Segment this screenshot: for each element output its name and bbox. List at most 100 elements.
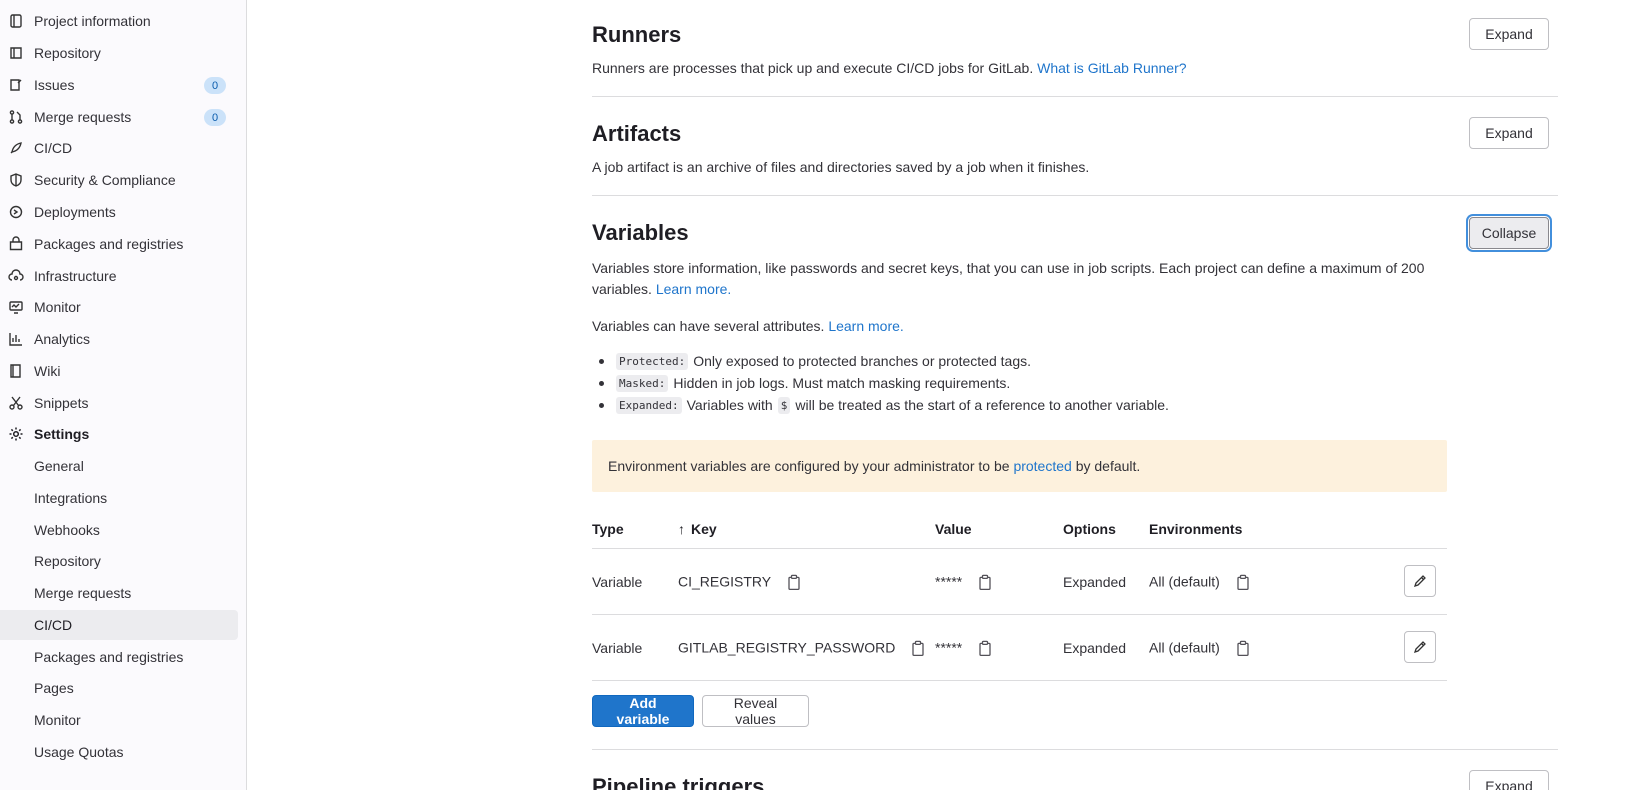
sidebar-item-label: Wiki — [34, 363, 61, 379]
key-text: CI_REGISTRY — [678, 572, 771, 589]
shield-icon — [8, 172, 24, 188]
sidebar: Project information Repository Issues 0 … — [0, 0, 247, 790]
header-type[interactable]: Type — [592, 521, 624, 537]
copy-icon[interactable] — [1236, 640, 1250, 656]
masked-value: ***** — [935, 638, 963, 655]
sidebar-item-cicd[interactable]: CI/CD — [0, 133, 246, 163]
settings-sub-monitor[interactable]: Monitor — [0, 705, 246, 735]
environment-text: All (default) — [1149, 638, 1220, 655]
settings-sub-repository[interactable]: Repository — [0, 546, 246, 576]
sidebar-item-analytics[interactable]: Analytics — [0, 324, 246, 354]
attributes-learn-more-link[interactable]: Learn more. — [828, 318, 903, 334]
scissors-icon — [8, 395, 24, 411]
variables-title: Variables — [592, 220, 689, 245]
key-text: GITLAB_REGISTRY_PASSWORD — [678, 638, 896, 655]
artifacts-expand-button[interactable]: Expand — [1469, 117, 1549, 149]
dollar-code: $ — [777, 396, 791, 414]
settings-sub-label: Monitor — [34, 712, 81, 728]
sidebar-item-repository[interactable]: Repository — [0, 38, 246, 68]
repository-icon — [8, 45, 24, 61]
settings-sub-label: Packages and registries — [34, 649, 184, 665]
add-variable-button[interactable]: Add variable — [592, 695, 694, 727]
copy-icon[interactable] — [978, 574, 992, 590]
sidebar-item-issues[interactable]: Issues 0 — [0, 70, 246, 100]
pipeline-triggers-title: Pipeline triggers — [592, 774, 765, 790]
settings-sub-cicd[interactable]: CI/CD — [0, 610, 238, 640]
variables-table: Type ↑ Key Value Options Environments Var… — [592, 509, 1447, 681]
attribute-text: Variables with — [686, 397, 773, 413]
artifacts-title: Artifacts — [592, 121, 682, 146]
sidebar-item-deployments[interactable]: Deployments — [0, 197, 246, 227]
sidebar-item-snippets[interactable]: Snippets — [0, 388, 246, 418]
sidebar-item-label: Infrastructure — [34, 268, 117, 284]
sidebar-item-label: Issues — [34, 77, 75, 93]
variables-description-line2: variables. — [592, 281, 652, 297]
sidebar-item-settings[interactable]: Settings — [0, 419, 246, 449]
attribute-text: will be treated as the start of a refere… — [795, 397, 1169, 413]
sidebar-item-infrastructure[interactable]: Infrastructure — [0, 261, 246, 291]
edit-variable-button[interactable] — [1404, 631, 1436, 663]
runners-expand-button[interactable]: Expand — [1469, 18, 1549, 50]
sidebar-item-label: Packages and registries — [34, 236, 184, 252]
settings-sub-label: Webhooks — [34, 522, 100, 538]
settings-sub-label: Merge requests — [34, 585, 132, 601]
edit-variable-button[interactable] — [1404, 565, 1436, 597]
header-key[interactable]: ↑ Key — [678, 521, 717, 537]
cell-value: ***** — [935, 639, 992, 656]
cell-value: ***** — [935, 573, 992, 590]
cell-environment: All (default) — [1149, 639, 1250, 656]
sidebar-item-monitor[interactable]: Monitor — [0, 292, 246, 322]
reveal-values-button[interactable]: Reveal values — [702, 695, 809, 727]
issues-count-badge: 0 — [204, 77, 226, 94]
attributes-list: Protected: Only exposed to protected bra… — [599, 350, 1169, 416]
sidebar-item-merge-requests[interactable]: Merge requests 0 — [0, 102, 246, 132]
sort-ascending-icon: ↑ — [678, 520, 685, 537]
header-environments[interactable]: Environments — [1149, 521, 1242, 537]
attribute-protected: Protected: Only exposed to protected bra… — [599, 350, 1169, 372]
settings-sub-label: Integrations — [34, 490, 108, 506]
sidebar-item-label: Repository — [34, 45, 101, 61]
pencil-icon — [1413, 641, 1426, 654]
settings-sub-usage-quotas[interactable]: Usage Quotas — [0, 737, 246, 767]
attribute-tag: Protected: — [616, 352, 689, 370]
sidebar-item-packages-registries[interactable]: Packages and registries — [0, 229, 246, 259]
settings-sub-label: General — [34, 458, 84, 474]
cell-type: Variable — [592, 573, 643, 590]
settings-sub-general[interactable]: General — [0, 451, 246, 481]
header-key-label: Key — [691, 520, 717, 537]
table-row: Variable GITLAB_REGISTRY_PASSWORD ***** … — [592, 615, 1447, 681]
environment-text: All (default) — [1149, 572, 1220, 589]
settings-sub-merge-requests[interactable]: Merge requests — [0, 578, 246, 608]
what-is-runner-link[interactable]: What is GitLab Runner? — [1037, 60, 1186, 76]
protected-link[interactable]: protected — [1013, 458, 1071, 474]
runners-title: Runners — [592, 22, 682, 47]
copy-icon[interactable] — [1236, 574, 1250, 590]
variables-learn-more-link[interactable]: Learn more. — [656, 281, 731, 297]
cell-options: Expanded — [1063, 639, 1127, 656]
sidebar-item-wiki[interactable]: Wiki — [0, 356, 246, 386]
settings-sub-pages[interactable]: Pages — [0, 673, 246, 703]
pipeline-triggers-expand-button[interactable]: Expand — [1469, 770, 1549, 790]
header-options[interactable]: Options — [1063, 521, 1116, 537]
sidebar-item-label: Deployments — [34, 204, 116, 220]
settings-sub-integrations[interactable]: Integrations — [0, 483, 246, 513]
artifacts-description: A job artifact is an archive of files an… — [592, 159, 1090, 175]
sidebar-item-security-compliance[interactable]: Security & Compliance — [0, 165, 246, 195]
attribute-text: Hidden in job logs. Must match masking r… — [673, 375, 1011, 391]
settings-sub-webhooks[interactable]: Webhooks — [0, 515, 246, 545]
settings-sub-label: CI/CD — [34, 617, 73, 633]
sidebar-item-label: Project information — [34, 13, 151, 29]
masked-value: ***** — [935, 572, 963, 589]
sidebar-item-project-information[interactable]: Project information — [0, 6, 246, 36]
chart-icon — [8, 331, 24, 347]
copy-icon[interactable] — [787, 574, 801, 590]
variables-collapse-button[interactable]: Collapse — [1469, 217, 1549, 249]
cell-type: Variable — [592, 639, 643, 656]
copy-icon[interactable] — [978, 640, 992, 656]
header-value[interactable]: Value — [935, 521, 972, 537]
attribute-expanded: Expanded: Variables with $ will be treat… — [599, 394, 1169, 416]
sidebar-item-label: Analytics — [34, 331, 91, 347]
rocket-icon — [8, 140, 24, 156]
copy-icon[interactable] — [911, 640, 925, 656]
settings-sub-packages-registries[interactable]: Packages and registries — [0, 642, 246, 672]
